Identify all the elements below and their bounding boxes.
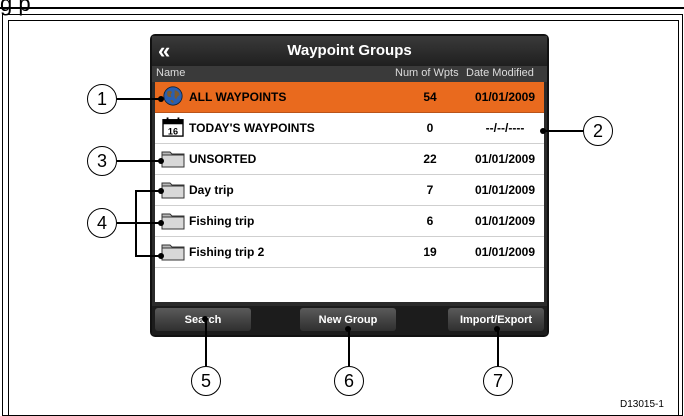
row-num: 7	[426, 183, 434, 197]
leader-line-5	[205, 318, 207, 366]
list-item-fishing-trip-2[interactable]: Fishing trip 2 19 01/01/2009	[155, 237, 544, 268]
leader-line-4	[117, 222, 135, 224]
leader-dot-5	[202, 316, 208, 322]
callout-2: 2	[583, 116, 613, 146]
callout-6: 6	[334, 366, 364, 396]
row-date: 01/01/2009	[474, 183, 536, 197]
col-date-header: Date Modified	[466, 67, 534, 79]
row-name: UNSORTED	[189, 152, 257, 166]
list-item-unsorted[interactable]: UNSORTED 22 01/01/2009	[155, 144, 544, 175]
callout-1: 1	[87, 84, 117, 114]
top-rule	[0, 7, 684, 9]
title-bar: « Waypoint Groups	[152, 36, 547, 66]
leader-dot-1	[158, 96, 164, 102]
list-item-fishing-trip[interactable]: Fishing trip 6 01/01/2009	[155, 206, 544, 237]
row-name: TODAY'S WAYPOINTS	[189, 121, 315, 135]
row-date: 01/01/2009	[474, 152, 536, 166]
document-id: D13015-1	[620, 399, 664, 410]
screen-title: Waypoint Groups	[287, 42, 412, 59]
waypoint-group-list: ALL WAYPOINTS 54 01/01/2009 16 TODAY'S W…	[155, 82, 544, 302]
col-name-header: Name	[156, 67, 186, 79]
leader-dot-4a	[158, 188, 164, 194]
leader-dot-7	[494, 326, 500, 332]
leader-dot-2	[540, 128, 546, 134]
row-name: Day trip	[189, 183, 234, 197]
row-date: 01/01/2009	[474, 90, 536, 104]
folder-icon	[161, 151, 185, 168]
row-name: ALL WAYPOINTS	[189, 90, 287, 104]
row-date: 01/01/2009	[474, 245, 536, 259]
row-num: 0	[426, 121, 434, 135]
leader-dot-3	[158, 158, 164, 164]
callout-3: 3	[87, 146, 117, 176]
row-num: 6	[426, 214, 434, 228]
list-item-todays-waypoints[interactable]: 16 TODAY'S WAYPOINTS 0 --/--/----	[155, 113, 544, 144]
row-name: Fishing trip 2	[189, 245, 265, 259]
callout-5: 5	[191, 366, 221, 396]
leader-line-2	[543, 130, 583, 132]
device-screen: « Waypoint Groups Name Num of Wpts Date …	[152, 36, 547, 335]
col-num-header: Num of Wpts	[395, 67, 459, 79]
folder-icon	[161, 213, 185, 230]
row-date: --/--/----	[485, 121, 525, 135]
calendar-day: 16	[168, 126, 178, 136]
callout-7: 7	[483, 366, 513, 396]
row-name: Fishing trip	[189, 214, 255, 228]
list-item-day-trip[interactable]: Day trip 7 01/01/2009	[155, 175, 544, 206]
callout-4: 4	[87, 208, 117, 238]
leader-line-6	[348, 330, 350, 366]
leader-dot-4c	[158, 253, 164, 259]
column-headers: Name Num of Wpts Date Modified	[152, 66, 547, 82]
row-num: 19	[423, 245, 437, 259]
leader-dot-6	[345, 326, 351, 332]
list-item-all-waypoints[interactable]: ALL WAYPOINTS 54 01/01/2009	[155, 82, 544, 113]
row-num: 54	[423, 90, 437, 104]
row-date: 01/01/2009	[474, 214, 536, 228]
leader-dot-4b	[158, 220, 164, 226]
folder-icon	[161, 182, 185, 199]
folder-icon	[161, 244, 185, 261]
row-num: 22	[423, 152, 437, 166]
calendar-icon: 16	[162, 117, 184, 137]
leader-line-3	[117, 160, 161, 162]
globe-icon	[163, 86, 183, 106]
leader-line-7	[497, 330, 499, 366]
leader-line-1	[117, 98, 161, 100]
